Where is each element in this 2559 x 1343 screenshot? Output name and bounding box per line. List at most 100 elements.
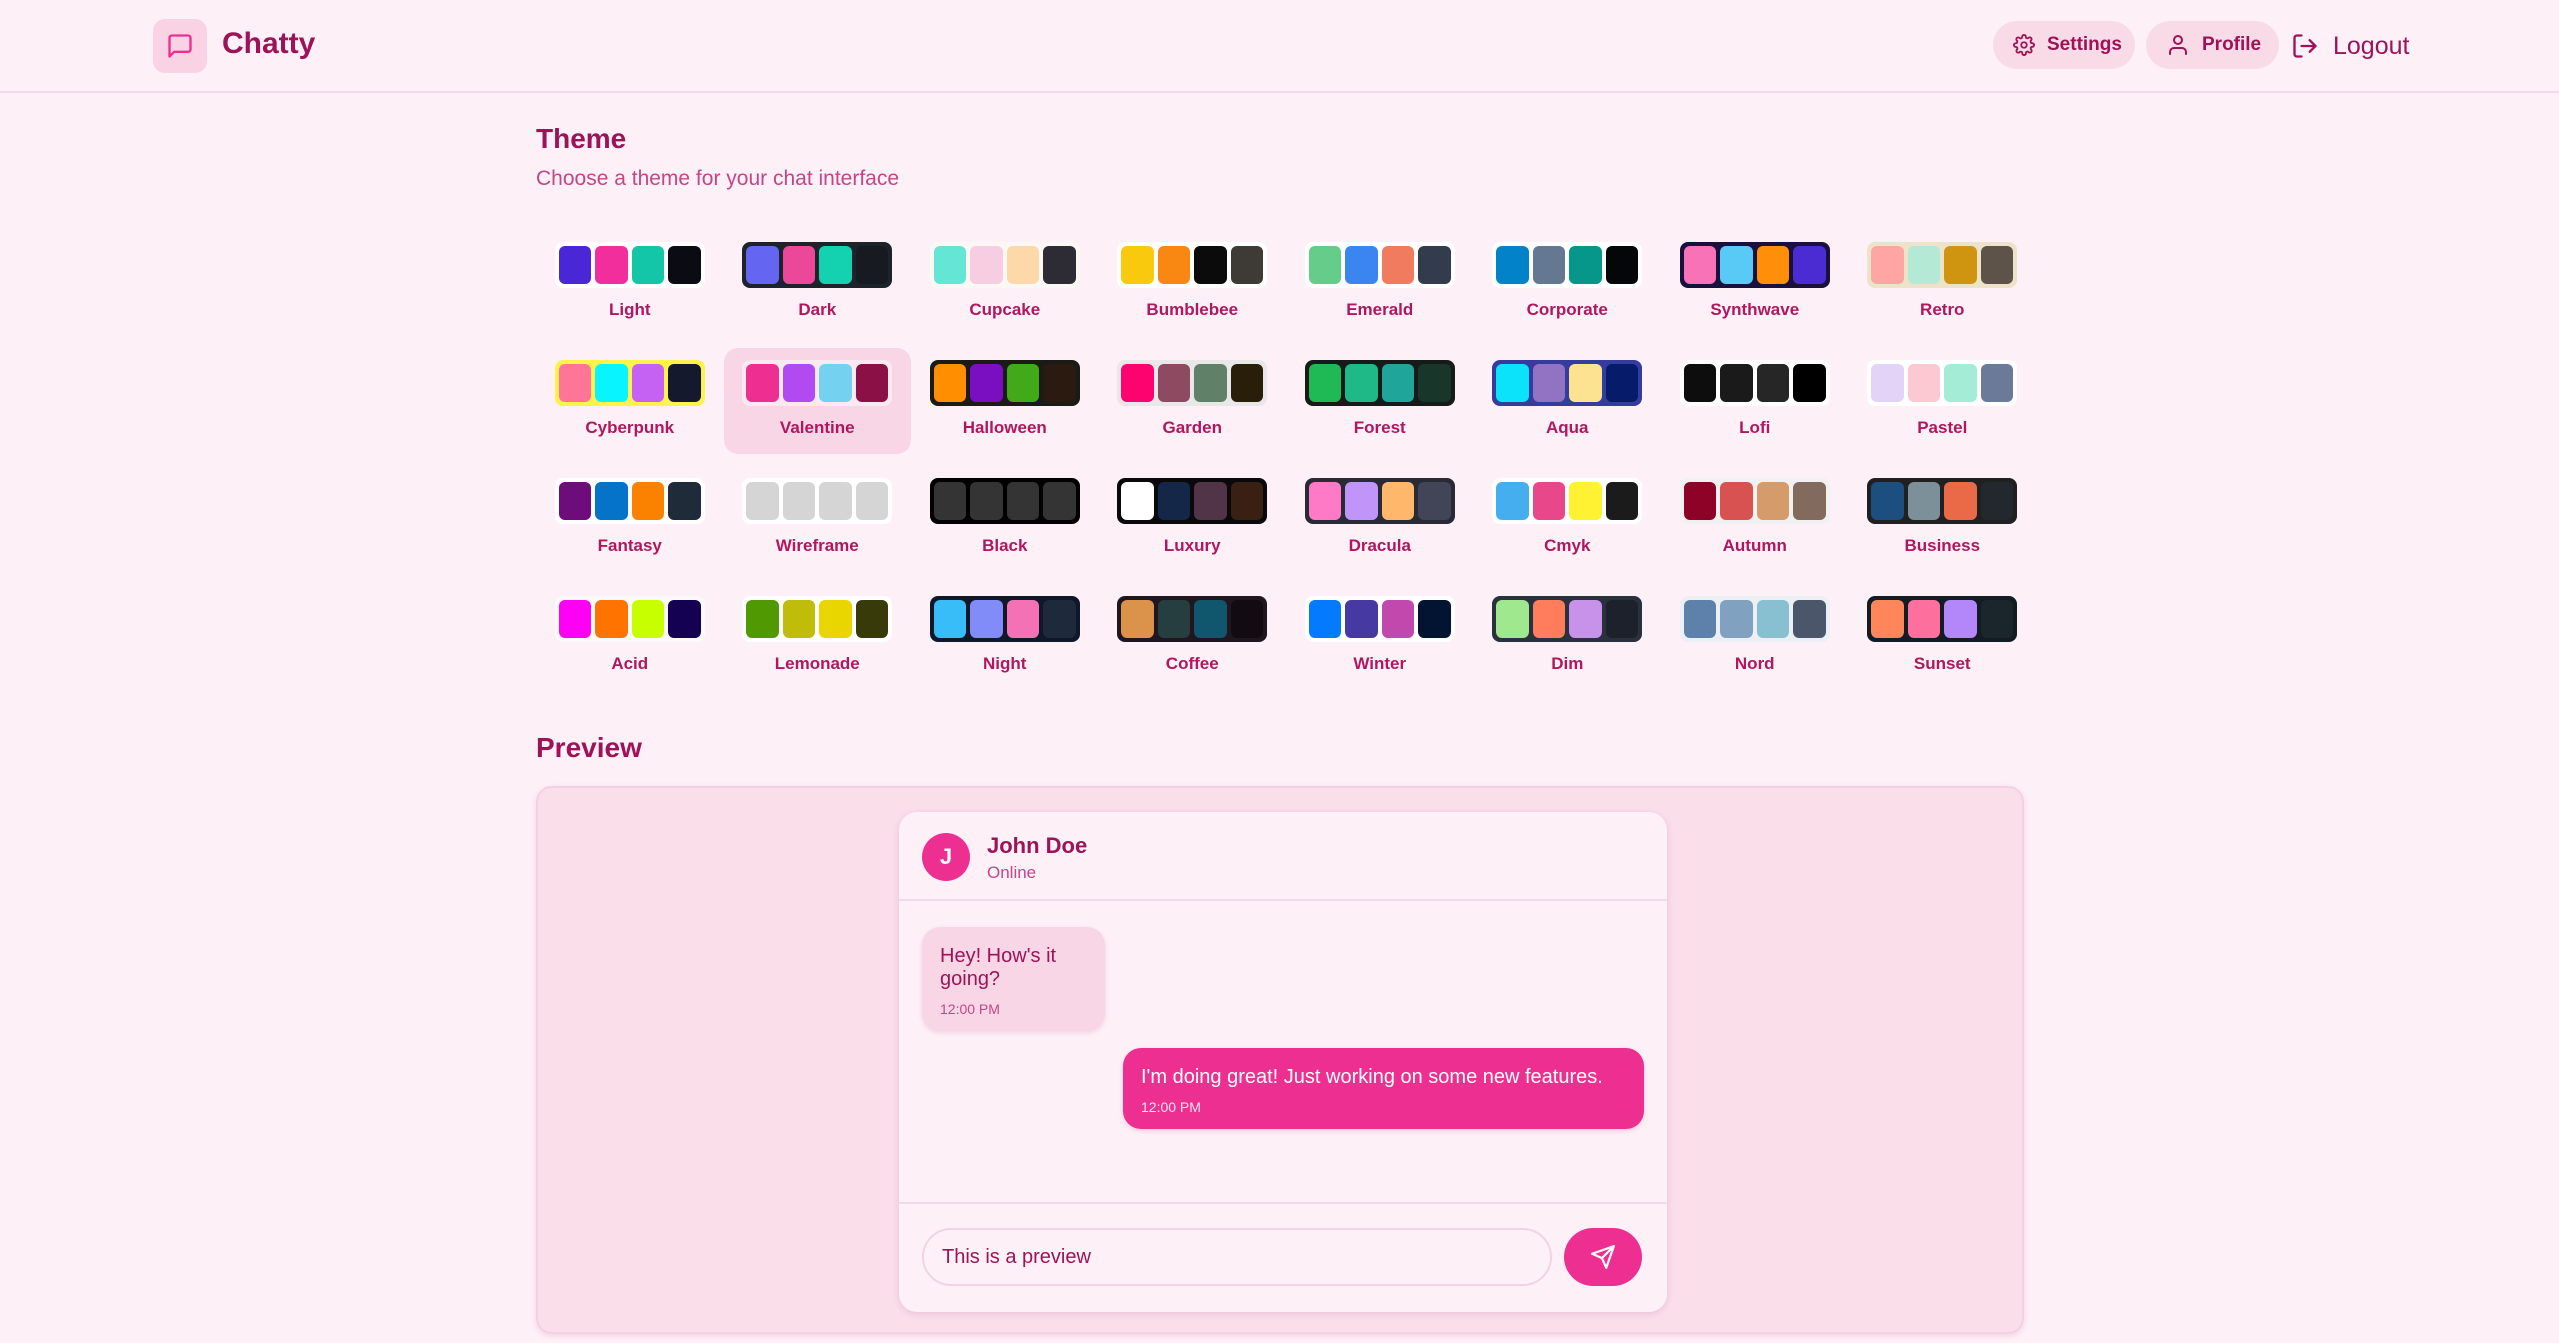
logo-icon[interactable] [153, 19, 207, 73]
theme-option-pastel[interactable]: Pastel [1849, 348, 2037, 454]
theme-option-lemonade[interactable]: Lemonade [724, 584, 912, 690]
theme-option-aqua[interactable]: Aqua [1474, 348, 1662, 454]
theme-option-bumblebee[interactable]: Bumblebee [1099, 230, 1287, 336]
theme-swatch [1117, 242, 1268, 288]
theme-option-black[interactable]: Black [911, 466, 1099, 572]
color-swatch [668, 246, 701, 284]
theme-option-business[interactable]: Business [1849, 466, 2037, 572]
message-input[interactable] [922, 1228, 1552, 1286]
theme-option-lofi[interactable]: Lofi [1661, 348, 1849, 454]
theme-option-dracula[interactable]: Dracula [1286, 466, 1474, 572]
color-swatch [1006, 482, 1040, 520]
theme-swatch [1679, 242, 1830, 288]
theme-option-night[interactable]: Night [911, 584, 1099, 690]
color-swatch [1381, 364, 1415, 402]
color-swatch [1194, 246, 1227, 284]
color-swatch [1793, 600, 1826, 638]
theme-swatch [1679, 478, 1830, 524]
logout-button[interactable]: Logout [2291, 26, 2409, 66]
message-text: Hey! How's it going? [940, 945, 1057, 990]
theme-option-sunset[interactable]: Sunset [1849, 584, 2037, 690]
color-swatch [970, 600, 1003, 638]
color-swatch [595, 364, 628, 402]
color-swatch [1683, 246, 1717, 284]
color-swatch [595, 482, 628, 520]
color-swatch [631, 246, 665, 284]
color-swatch [1043, 600, 1076, 638]
color-swatch [1871, 246, 1904, 284]
theme-swatch [1117, 478, 1268, 524]
theme-option-retro[interactable]: Retro [1849, 230, 2037, 336]
color-swatch [1230, 364, 1264, 402]
color-swatch [1121, 600, 1154, 638]
settings-button[interactable]: Settings [1993, 21, 2135, 69]
contact-status: Online [987, 863, 1037, 882]
theme-label: Lofi [1739, 418, 1771, 437]
theme-option-forest[interactable]: Forest [1286, 348, 1474, 454]
theme-option-nord[interactable]: Nord [1661, 584, 1849, 690]
theme-option-halloween[interactable]: Halloween [911, 348, 1099, 454]
color-swatch [933, 482, 967, 520]
color-swatch [1720, 600, 1753, 638]
settings-label: Settings [2047, 34, 2122, 55]
color-swatch [558, 246, 592, 284]
color-swatch [1194, 482, 1227, 520]
color-swatch [558, 482, 592, 520]
theme-option-cupcake[interactable]: Cupcake [911, 230, 1099, 336]
color-swatch [1496, 482, 1529, 520]
theme-option-winter[interactable]: Winter [1286, 584, 1474, 690]
theme-option-luxury[interactable]: Luxury [1099, 466, 1287, 572]
color-swatch [1345, 246, 1378, 284]
theme-option-acid[interactable]: Acid [536, 584, 724, 690]
theme-option-dark[interactable]: Dark [724, 230, 912, 336]
theme-option-corporate[interactable]: Corporate [1474, 230, 1662, 336]
app-name[interactable]: Chatty [222, 27, 315, 61]
color-swatch [1944, 600, 1977, 638]
color-swatch [1121, 482, 1154, 520]
color-swatch [970, 482, 1003, 520]
color-swatch [819, 364, 852, 402]
theme-title: Theme [536, 123, 627, 154]
color-swatch [1720, 482, 1753, 520]
theme-swatch [554, 596, 705, 642]
color-swatch [855, 482, 889, 520]
theme-option-cyberpunk[interactable]: Cyberpunk [536, 348, 724, 454]
theme-label: Cupcake [969, 300, 1041, 319]
color-swatch [782, 600, 816, 638]
color-swatch [631, 364, 665, 402]
theme-label: Corporate [1526, 300, 1608, 319]
chat-header: J John Doe Online [899, 812, 1667, 901]
theme-option-garden[interactable]: Garden [1099, 348, 1287, 454]
theme-option-synthwave[interactable]: Synthwave [1661, 230, 1849, 336]
theme-option-autumn[interactable]: Autumn [1661, 466, 1849, 572]
theme-swatch [1492, 478, 1643, 524]
color-swatch [1605, 364, 1639, 402]
theme-swatch [1492, 242, 1643, 288]
theme-label: Acid [611, 654, 649, 673]
theme-option-cmyk[interactable]: Cmyk [1474, 466, 1662, 572]
color-swatch [819, 600, 852, 638]
theme-option-emerald[interactable]: Emerald [1286, 230, 1474, 336]
theme-option-dim[interactable]: Dim [1474, 584, 1662, 690]
color-swatch [1121, 246, 1154, 284]
color-swatch [1194, 600, 1227, 638]
theme-option-valentine[interactable]: Valentine [723, 348, 911, 454]
color-swatch [668, 364, 701, 402]
theme-option-fantasy[interactable]: Fantasy [536, 466, 724, 572]
color-swatch [668, 482, 701, 520]
theme-swatch [1304, 360, 1455, 406]
color-swatch [1418, 246, 1451, 284]
color-swatch [1345, 482, 1378, 520]
color-swatch [819, 246, 852, 284]
theme-option-light[interactable]: Light [536, 230, 724, 336]
theme-swatch [1304, 478, 1455, 524]
theme-option-coffee[interactable]: Coffee [1099, 584, 1287, 690]
send-button[interactable] [1564, 1228, 1642, 1286]
theme-swatch [1867, 242, 2018, 288]
color-swatch [1532, 600, 1566, 638]
profile-button[interactable]: Profile [2146, 21, 2279, 69]
color-swatch [1345, 364, 1378, 402]
preview-panel: J John Doe Online Hey! How's it going? 1… [536, 786, 2024, 1334]
theme-option-wireframe[interactable]: Wireframe [724, 466, 912, 572]
theme-label: Cyberpunk [585, 418, 675, 437]
